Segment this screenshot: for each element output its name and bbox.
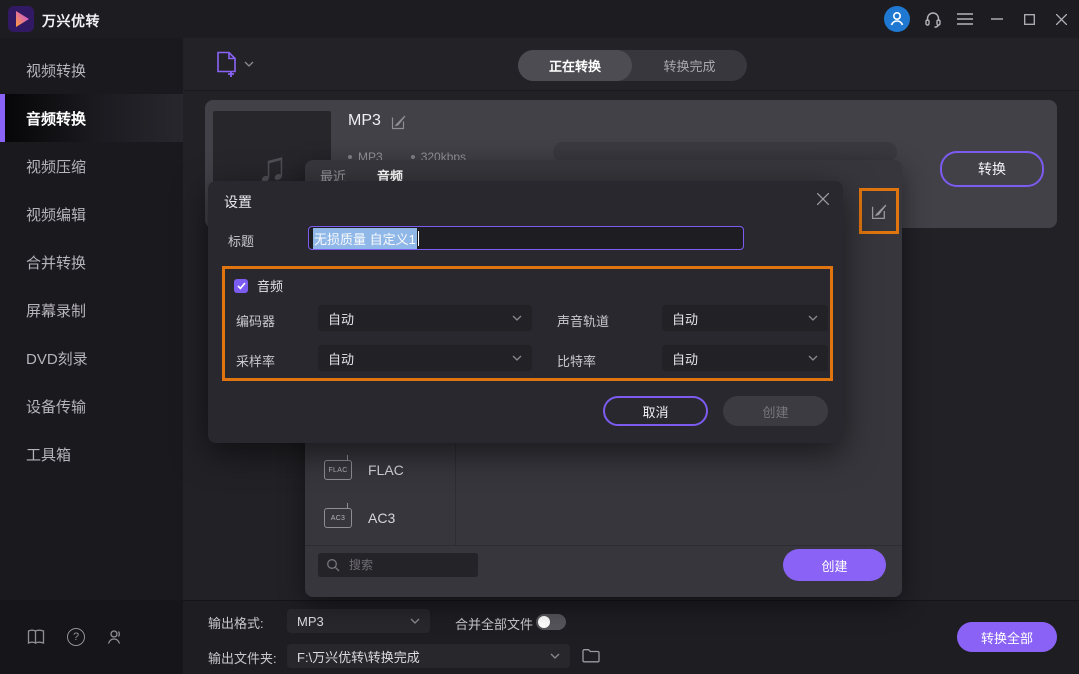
panel-create-button[interactable]: 创建 <box>783 549 886 581</box>
encoder-label: 编码器 <box>236 311 275 330</box>
chevron-down-icon <box>808 315 818 321</box>
check-icon <box>237 282 246 290</box>
titlebar: 万兴优转 <box>0 0 1079 38</box>
audio-track-select[interactable]: 自动 <box>662 305 828 331</box>
bitrate-select[interactable]: 自动 <box>662 345 828 371</box>
encoder-select[interactable]: 自动 <box>318 305 532 331</box>
sidebar-item-toolbox[interactable]: 工具箱 <box>0 430 183 478</box>
chevron-down-icon <box>512 315 522 321</box>
add-file-button[interactable] <box>216 51 254 77</box>
sidebar-item-video-convert[interactable]: 视频转换 <box>0 46 183 94</box>
guide-book-icon[interactable] <box>26 627 46 647</box>
edit-icon <box>871 203 888 220</box>
footer-left: ? <box>0 600 183 674</box>
output-folder-label: 输出文件夹: <box>208 648 277 667</box>
sidebar-item-audio-convert[interactable]: 音频转换 <box>0 94 183 142</box>
audio-checkbox[interactable] <box>234 279 248 293</box>
search-icon <box>326 558 340 572</box>
audio-track-label: 声音轨道 <box>557 311 609 330</box>
sidebar-item-dvd-burn[interactable]: DVD刻录 <box>0 334 183 382</box>
sample-rate-select[interactable]: 自动 <box>318 345 532 371</box>
progress-track <box>553 142 897 162</box>
audio-checkbox-row[interactable]: 音频 <box>234 276 283 295</box>
title-input[interactable]: 无损质量 自定义1 <box>308 226 744 250</box>
dialog-title: 设置 <box>224 192 252 212</box>
chevron-down-icon <box>244 61 254 67</box>
convert-all-button[interactable]: 转换全部 <box>957 622 1057 652</box>
create-button-disabled[interactable]: 创建 <box>723 396 828 426</box>
support-headset-icon[interactable] <box>920 6 946 32</box>
chevron-down-icon <box>550 653 560 659</box>
tab-finished[interactable]: 转换完成 <box>632 50 747 81</box>
open-folder-icon[interactable] <box>581 645 601 665</box>
chevron-down-icon <box>808 355 818 361</box>
settings-dialog: 设置 标题 无损质量 自定义1 音频 编码器 自动 声音轨道 自动 采样率 <box>208 181 843 443</box>
ac3-icon: AC3 <box>324 508 352 528</box>
bitrate-label: 比特率 <box>557 351 596 370</box>
title-input-selected-text: 无损质量 自定义1 <box>313 228 417 249</box>
sidebar-item-merge-convert[interactable]: 合并转换 <box>0 238 183 286</box>
app-title: 万兴优转 <box>42 11 100 31</box>
add-file-icon <box>216 51 238 77</box>
text-caret <box>418 231 419 246</box>
chevron-down-icon <box>512 355 522 361</box>
sample-rate-label: 采样率 <box>236 351 275 370</box>
convert-button[interactable]: 转换 <box>940 151 1044 187</box>
sidebar: 视频转换 音频转换 视频压缩 视频编辑 合并转换 屏幕录制 DVD刻录 设备传输… <box>0 38 184 674</box>
minimize-icon[interactable] <box>984 6 1010 32</box>
output-folder-select[interactable]: F:\万兴优转\转换完成 <box>287 644 570 668</box>
maximize-icon[interactable] <box>1016 6 1042 32</box>
search-input[interactable] <box>347 557 461 573</box>
flac-icon: FLAC <box>324 460 352 480</box>
app-logo-icon <box>8 6 34 32</box>
status-tabs: 正在转换 转换完成 <box>518 50 747 81</box>
output-format-select[interactable]: MP3 <box>287 609 430 633</box>
chevron-down-icon <box>410 618 420 624</box>
sidebar-item-device-transfer[interactable]: 设备传输 <box>0 382 183 430</box>
menu-icon[interactable] <box>952 6 978 32</box>
toolbar: 正在转换 转换完成 <box>183 38 1079 91</box>
edit-format-button[interactable] <box>859 188 899 234</box>
footer: 输出格式: MP3 合并全部文件 输出文件夹: F:\万兴优转\转换完成 转换全… <box>183 600 1079 674</box>
user-avatar-icon[interactable] <box>884 6 910 32</box>
close-icon[interactable] <box>1048 6 1074 32</box>
tab-converting[interactable]: 正在转换 <box>518 50 632 81</box>
panel-divider <box>305 545 902 546</box>
toggle-knob <box>538 616 550 628</box>
merge-toggle[interactable] <box>536 614 566 630</box>
sidebar-item-screen-record[interactable]: 屏幕录制 <box>0 286 183 334</box>
edit-icon[interactable] <box>391 114 407 130</box>
help-icon[interactable]: ? <box>66 627 86 647</box>
merge-all-label: 合并全部文件 <box>455 614 533 633</box>
user-account-icon[interactable] <box>105 627 125 647</box>
dialog-close-icon[interactable] <box>811 187 835 211</box>
output-format-label: 输出格式: <box>208 613 264 632</box>
cancel-button[interactable]: 取消 <box>603 396 708 426</box>
title-field-label: 标题 <box>228 231 254 250</box>
format-item-flac[interactable]: FLAC FLAC <box>305 446 455 494</box>
file-format-title: MP3 <box>348 112 381 130</box>
audio-checkbox-label: 音频 <box>257 276 283 295</box>
format-item-ac3[interactable]: AC3 AC3 <box>305 494 455 542</box>
sidebar-item-video-edit[interactable]: 视频编辑 <box>0 190 183 238</box>
sidebar-item-video-compress[interactable]: 视频压缩 <box>0 142 183 190</box>
app-window: 万兴优转 <box>0 0 1079 674</box>
format-search <box>318 553 478 577</box>
